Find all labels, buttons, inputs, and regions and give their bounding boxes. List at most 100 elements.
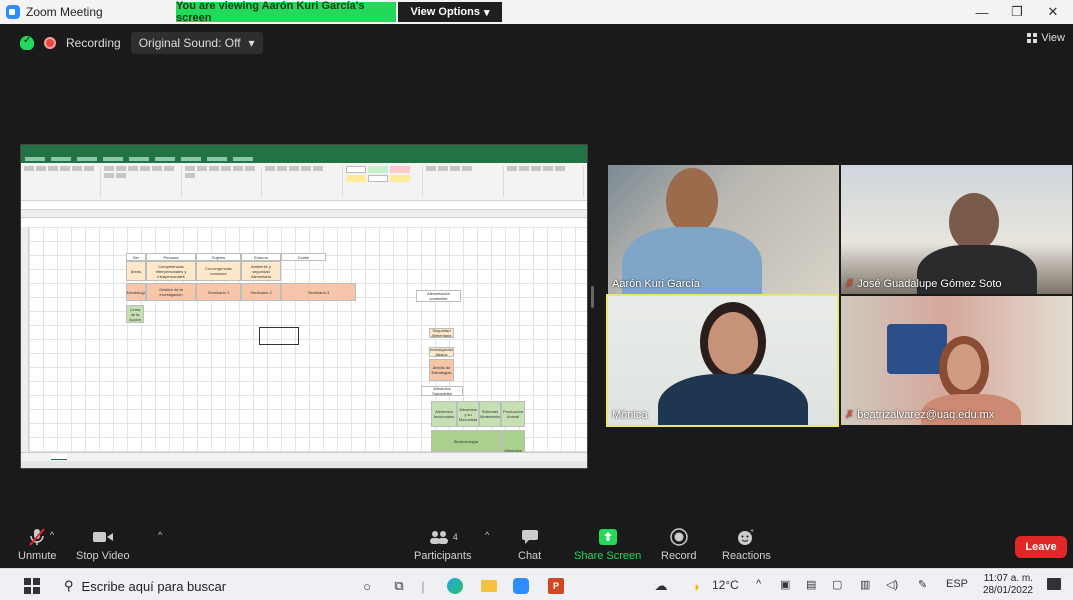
- excel-cell-r2d[interactable]: Seminario 2: [241, 283, 281, 301]
- view-layout-button[interactable]: View: [1027, 32, 1065, 44]
- layout-split-handle[interactable]: [591, 286, 594, 308]
- tray-chat-icon[interactable]: ▢: [832, 578, 842, 591]
- background-painting: [887, 324, 947, 374]
- original-sound-button[interactable]: Original Sound: Off ▾: [130, 32, 263, 54]
- excel-cell-s2[interactable]: Seguridad Alimentaria: [429, 328, 454, 338]
- zoom-taskbar-icon[interactable]: [510, 575, 532, 597]
- weather-sun-icon[interactable]: ◗: [686, 575, 708, 597]
- windows-taskbar: ⚲ Escribe aquí para buscar ○ ⧉ | P ☁ ◗ 1…: [0, 568, 1073, 600]
- leave-button[interactable]: Leave: [1015, 536, 1067, 558]
- participants-options-caret[interactable]: ^: [485, 530, 489, 540]
- video-tile-p2[interactable]: ✗ José Guadalupe Gómez Soto: [841, 165, 1072, 294]
- reactions-button[interactable]: + Reactions: [722, 526, 771, 562]
- excel-titlebar: [21, 145, 587, 154]
- chevron-down-icon[interactable]: ▾: [249, 36, 255, 50]
- excel-cell-s4[interactable]: Ámbito de Estrategias: [429, 359, 454, 381]
- view-layout-label: View: [1041, 32, 1065, 44]
- view-options-button[interactable]: View Options ▾: [398, 2, 502, 22]
- excel-cell-h2[interactable]: Persona: [146, 253, 196, 261]
- recording-label[interactable]: Recording: [66, 36, 121, 50]
- excel-cell-r2e[interactable]: Seminario 3: [281, 283, 356, 301]
- stop-video-label: Stop Video: [76, 550, 130, 562]
- participant-face: [947, 344, 981, 390]
- chevron-down-icon: ▾: [483, 6, 490, 19]
- excel-cell-h5[interactable]: Contin: [281, 253, 326, 261]
- file-explorer-icon[interactable]: [478, 575, 500, 597]
- video-tile-p3-active-speaker[interactable]: Mónica: [606, 294, 839, 427]
- excel-cell-h3[interactable]: Sujetos: [196, 253, 241, 261]
- taskbar-clock[interactable]: 11:07 a. m. 28/01/2022: [983, 573, 1033, 597]
- excel-cell-h4[interactable]: Entorno: [241, 253, 281, 261]
- excel-cell-r1a[interactable]: Áreas: [126, 261, 146, 281]
- excel-selected-cell[interactable]: [259, 327, 299, 345]
- participant-name-label: Mónica: [612, 409, 648, 421]
- video-options-caret[interactable]: ^: [158, 530, 162, 540]
- powerpoint-icon[interactable]: P: [545, 575, 567, 597]
- record-label: Record: [661, 550, 697, 562]
- volume-icon[interactable]: ◁): [886, 578, 898, 591]
- weather-temperature[interactable]: 12°C: [712, 578, 739, 592]
- excel-cell-h1[interactable]: Ser: [126, 253, 146, 261]
- excel-column-headers: [21, 210, 587, 218]
- excel-cell-s5[interactable]: Alimentos Saludables: [421, 386, 463, 396]
- minimize-button[interactable]: —: [962, 0, 1002, 24]
- excel-cell-r2a[interactable]: Metodología: [126, 283, 146, 301]
- task-view-icon[interactable]: ⧉: [388, 575, 410, 597]
- excel-cell-g2[interactable]: Alimentos y su Microbiota: [457, 401, 479, 427]
- excel-cell-s3[interactable]: Investigación Básica: [429, 347, 454, 357]
- muted-mic-icon: ✗: [845, 278, 855, 290]
- participant-shirt: [658, 374, 808, 425]
- excel-cell-g4[interactable]: Producción Animal: [501, 401, 525, 427]
- excel-row-headers: [21, 227, 29, 455]
- excel-ribbon: [21, 163, 587, 201]
- windows-start-icon[interactable]: [24, 578, 40, 594]
- window-titlebar: Zoom Meeting You are viewing Aarón Kuri …: [0, 0, 1073, 24]
- excel-cell-r1d[interactable]: Ambiente y seguridad Alimentaria: [241, 261, 281, 281]
- maximize-button[interactable]: ❐: [997, 0, 1037, 24]
- edge-browser-icon[interactable]: [444, 575, 466, 597]
- tray-overflow-icon[interactable]: ^: [756, 578, 761, 590]
- taskbar-search-box[interactable]: ⚲ Escribe aquí para buscar: [64, 575, 226, 597]
- zoom-meeting-screen: Zoom Meeting You are viewing Aarón Kuri …: [0, 0, 1073, 600]
- share-screen-button[interactable]: Share Screen: [574, 526, 641, 562]
- excel-cell-r1c[interactable]: Convergencias comunes: [196, 261, 241, 281]
- close-button[interactable]: ✕: [1033, 0, 1073, 24]
- excel-cell-g3[interactable]: Sistemas Alimentarios: [479, 401, 501, 427]
- screen-share-banner: You are viewing Aarón Kuri García's scre…: [176, 0, 396, 24]
- shared-screen-excel[interactable]: Ser Persona Sujetos Entorno Contin Áreas Compe…: [20, 144, 588, 469]
- excel-cell-r2c[interactable]: Seminario 1: [196, 283, 241, 301]
- excel-cell-r2b[interactable]: Gestión de la investigación: [146, 283, 196, 301]
- weather-cloud-icon[interactable]: ☁: [650, 575, 672, 597]
- stop-video-button[interactable]: Stop Video: [76, 526, 130, 562]
- video-tile-p1[interactable]: Aarón Kuri García: [608, 165, 839, 294]
- excel-formula-bar: [21, 201, 587, 210]
- participant-name-label: ✗ José Guadalupe Gómez Soto: [845, 277, 1002, 291]
- chat-label: Chat: [518, 550, 542, 562]
- excel-cell-r1b[interactable]: Competencias Interpersonales y Intrapers…: [146, 261, 196, 281]
- cortana-icon[interactable]: ○: [356, 575, 378, 597]
- participant-name-label: ✗ beatrizalvarez@uaq.edu.mx: [845, 408, 995, 422]
- record-button[interactable]: Record: [661, 526, 696, 562]
- search-icon: ⚲: [64, 578, 74, 593]
- tray-app-icon[interactable]: ▣: [780, 578, 790, 591]
- excel-cell-g1[interactable]: Alimentos funcionales: [431, 401, 457, 427]
- participants-button[interactable]: 4 Participants: [414, 526, 471, 562]
- notification-center-icon[interactable]: [1047, 578, 1061, 590]
- input-language[interactable]: ESP: [946, 578, 968, 590]
- tray-meet-icon[interactable]: ▤: [806, 578, 816, 591]
- record-icon: [669, 526, 688, 548]
- zoom-app-icon: [6, 5, 20, 19]
- excel-cell-g5[interactable]: Biotecnología: [431, 430, 501, 452]
- audio-options-caret[interactable]: ^: [50, 530, 54, 540]
- excel-cell-s1[interactable]: Alimentación sostenible: [416, 290, 461, 302]
- excel-cell-r3a[interactable]: Línea de la Acción: [126, 305, 144, 323]
- pen-icon[interactable]: ✎: [918, 578, 927, 591]
- grid-view-icon: [1027, 33, 1038, 43]
- video-tile-p4[interactable]: ✗ beatrizalvarez@uaq.edu.mx: [841, 296, 1072, 425]
- security-shield-icon[interactable]: [20, 35, 34, 50]
- view-options-label: View Options: [410, 6, 480, 18]
- network-icon[interactable]: ▥: [860, 578, 870, 591]
- chat-button[interactable]: Chat: [518, 526, 541, 562]
- participant-name-label: Aarón Kuri García: [612, 278, 701, 290]
- chat-bubble-icon: [521, 526, 539, 548]
